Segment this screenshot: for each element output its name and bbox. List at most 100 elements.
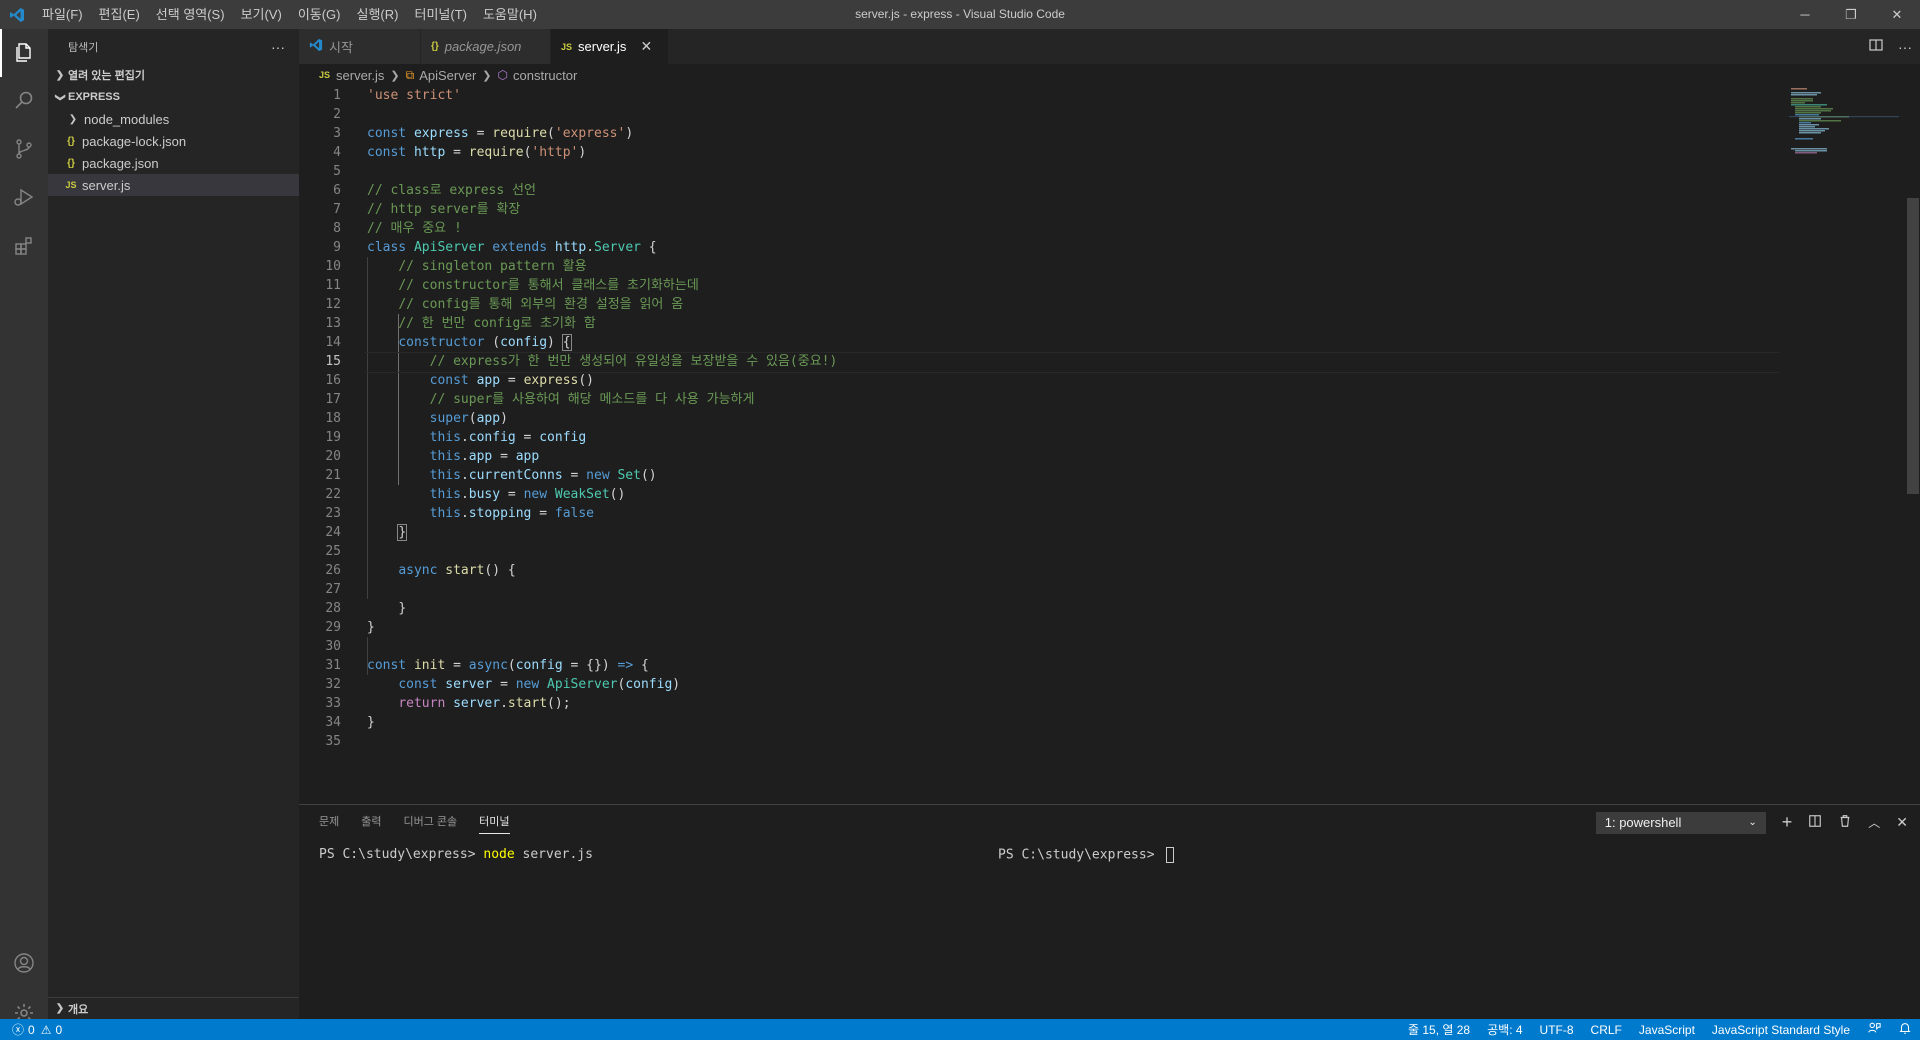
code-token: super xyxy=(429,411,469,426)
breadcrumb-class[interactable]: ApiServer xyxy=(419,68,476,83)
terminal-select[interactable]: 1: powershell ⌄ xyxy=(1595,811,1766,834)
split-editor-icon[interactable] xyxy=(1868,37,1884,56)
code-text: // config를 통해 외부의 환경 설정을 읽어 옴 xyxy=(367,295,683,314)
menu-edit[interactable]: 편집(E) xyxy=(91,0,148,29)
tab-output[interactable]: 출력 xyxy=(361,805,381,840)
tab-problems[interactable]: 문제 xyxy=(319,805,339,840)
code-line: 28 } xyxy=(299,599,1779,618)
more-actions-button[interactable]: ··· xyxy=(271,39,285,55)
formatter[interactable]: JavaScript Standard Style xyxy=(1712,1023,1850,1037)
code-token: . xyxy=(460,430,469,445)
problems-indicator[interactable]: ⓧ 0 ⚠ 0 xyxy=(0,1021,62,1038)
code-line: 9 class ApiServer extends http.Server { xyxy=(299,238,1779,257)
menu-file[interactable]: 파일(F) xyxy=(34,0,91,29)
minimap[interactable] xyxy=(1789,86,1899,196)
chevron-down-icon: ⌄ xyxy=(1748,817,1757,828)
terminal-pane-1[interactable]: PS C:\study\express> node server.js xyxy=(319,847,593,862)
menu-help[interactable]: 도움말(H) xyxy=(475,0,545,29)
editor-group: 시작 {} package.json JS server.js ✕ ··· JS… xyxy=(299,29,1920,804)
source-control-icon[interactable] xyxy=(0,125,48,173)
code-line: 31 const init = async(config = {}) => { xyxy=(299,656,1779,675)
code-token: const xyxy=(429,373,469,388)
code-line: 2 xyxy=(299,105,1779,124)
code-token: server xyxy=(453,696,501,711)
menu-run[interactable]: 실행(R) xyxy=(349,0,407,29)
end-of-line[interactable]: CRLF xyxy=(1591,1023,1622,1037)
language-mode[interactable]: JavaScript xyxy=(1639,1023,1695,1037)
tab-terminal[interactable]: 터미널 xyxy=(479,805,510,840)
extensions-icon[interactable] xyxy=(0,221,48,269)
tab-debug-console[interactable]: 디버그 콘솔 xyxy=(404,805,458,840)
code-token: . xyxy=(460,487,469,502)
close-window-button[interactable]: ✕ xyxy=(1874,0,1920,29)
status-right: 줄 15, 열 28 공백: 4 UTF-8 CRLF JavaScript J… xyxy=(1408,1019,1912,1040)
breadcrumb-member[interactable]: constructor xyxy=(513,68,577,83)
encoding[interactable]: UTF-8 xyxy=(1540,1023,1574,1037)
minimize-button[interactable]: ─ xyxy=(1782,0,1828,29)
cursor-position[interactable]: 줄 15, 열 28 xyxy=(1408,1021,1470,1038)
json-icon: {} xyxy=(67,135,75,147)
tree-item-package-lock[interactable]: {} package-lock.json xyxy=(48,130,299,152)
code-line: 18 super(app) xyxy=(299,409,1779,428)
terminal-pane-2[interactable]: PS C:\study\express> xyxy=(998,847,1175,863)
menu-selection[interactable]: 선택 영역(S) xyxy=(148,0,233,29)
more-actions-icon[interactable]: ··· xyxy=(1898,39,1912,55)
code-line: 7 // http server를 확장 xyxy=(299,200,1779,219)
files-icon[interactable] xyxy=(0,29,48,77)
window-controls: ─ ❐ ✕ xyxy=(1782,0,1920,29)
line-number: 12 xyxy=(325,297,341,312)
terminal-command: node xyxy=(483,847,515,862)
code-token: 'use strict' xyxy=(367,88,461,103)
tree-item-package-json[interactable]: {} package.json xyxy=(48,152,299,174)
menu-terminal[interactable]: 터미널(T) xyxy=(406,0,474,29)
new-terminal-icon[interactable]: + xyxy=(1782,812,1793,833)
code-token: new xyxy=(515,677,540,692)
json-icon: {} xyxy=(431,41,439,52)
code-token: ( xyxy=(547,126,555,141)
tab-package-json[interactable]: {} package.json xyxy=(421,29,551,64)
run-debug-icon[interactable] xyxy=(0,173,48,221)
restore-button[interactable]: ❐ xyxy=(1828,0,1874,29)
code-token: ApiServer xyxy=(547,677,618,692)
indentation[interactable]: 공백: 4 xyxy=(1487,1021,1522,1038)
menu-go[interactable]: 이동(G) xyxy=(290,0,349,29)
account-icon[interactable] xyxy=(0,939,48,987)
panel-actions: 1: powershell ⌄ + ︿ ✕ xyxy=(1595,805,1908,840)
editor-scrollbar[interactable] xyxy=(1906,86,1920,804)
code-token: . xyxy=(460,449,469,464)
close-tab-icon[interactable]: ✕ xyxy=(638,38,654,55)
code-line: 27 xyxy=(299,580,1779,599)
line-number: 22 xyxy=(325,487,341,502)
folder-section[interactable]: ❯ EXPRESS xyxy=(48,86,299,108)
feedback-icon[interactable] xyxy=(1867,1021,1881,1038)
close-panel-icon[interactable]: ✕ xyxy=(1896,814,1908,831)
search-icon[interactable] xyxy=(0,77,48,125)
code-line: 32 const server = new ApiServer(config) xyxy=(299,675,1779,694)
code-token: async xyxy=(398,563,438,578)
code-text: // 매우 중요 ! xyxy=(367,219,462,238)
title-bar: 파일(F) 편집(E) 선택 영역(S) 보기(V) 이동(G) 실행(R) 터… xyxy=(0,0,1920,29)
line-number: 27 xyxy=(325,582,341,597)
scrollbar-thumb[interactable] xyxy=(1907,198,1919,494)
breadcrumb-file[interactable]: server.js xyxy=(336,68,384,83)
code-text: this.stopping = false xyxy=(367,504,594,523)
tree-item-server-js[interactable]: JS server.js xyxy=(48,174,299,196)
chevron-down-icon: ❯ xyxy=(54,92,66,102)
split-terminal-icon[interactable] xyxy=(1808,814,1822,831)
tree-item-node-modules[interactable]: ❯ node_modules xyxy=(48,108,299,130)
open-editors-section[interactable]: ❯ 열려 있는 편집기 xyxy=(48,64,299,86)
code-token: = xyxy=(468,126,493,141)
outline-section[interactable]: ❯ 개요 xyxy=(48,997,299,1019)
trash-icon[interactable] xyxy=(1838,814,1852,831)
js-icon: JS xyxy=(319,70,331,80)
tab-server-js[interactable]: JS server.js ✕ xyxy=(551,29,669,64)
code-editor[interactable]: 1 'use strict' 2 3 const express = require… xyxy=(299,86,1779,804)
code-token: . xyxy=(460,506,469,521)
code-token: = {}) xyxy=(562,658,618,673)
bell-icon[interactable] xyxy=(1898,1021,1912,1038)
code-token: async xyxy=(468,658,508,673)
menu-view[interactable]: 보기(V) xyxy=(233,0,290,29)
maximize-panel-icon[interactable]: ︿ xyxy=(1868,814,1880,831)
tab-welcome[interactable]: 시작 xyxy=(299,29,421,64)
code-token: . xyxy=(460,468,469,483)
